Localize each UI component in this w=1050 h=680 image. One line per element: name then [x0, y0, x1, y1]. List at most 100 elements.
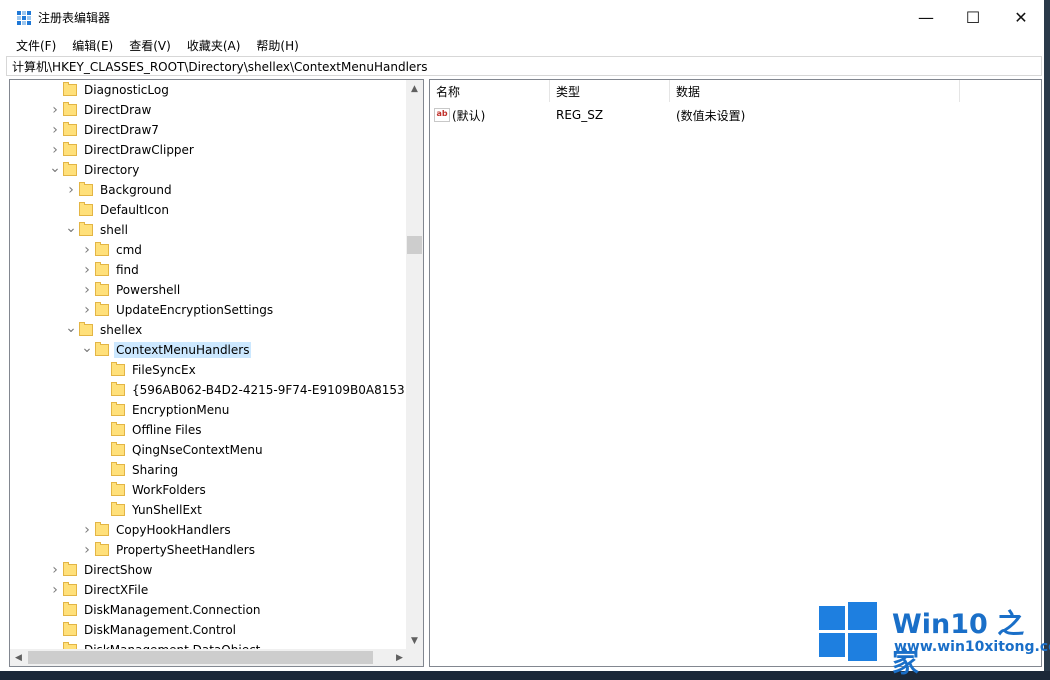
chevron-down-icon[interactable]: ⌄: [63, 320, 79, 340]
tree-item[interactable]: DefaultIcon: [63, 200, 171, 220]
value-row[interactable]: ab (默认) REG_SZ (数值未设置): [430, 104, 870, 126]
menu-file[interactable]: 文件(F): [9, 37, 63, 54]
tree-vertical-scrollbar[interactable]: ▲ ▼: [406, 80, 423, 649]
folder-icon: [79, 202, 93, 216]
chevron-right-icon[interactable]: ›: [47, 560, 63, 580]
tree-item[interactable]: DiskManagement.Control: [47, 620, 238, 640]
chevron-right-icon[interactable]: ›: [79, 260, 95, 280]
tree-item[interactable]: › UpdateEncryptionSettings: [79, 300, 275, 320]
folder-icon: [63, 622, 77, 636]
tree-item-label: DirectXFile: [84, 583, 149, 597]
chevron-right-icon[interactable]: ›: [47, 120, 63, 140]
folder-icon: [111, 362, 125, 376]
folder-icon: [95, 262, 109, 276]
address-bar[interactable]: 计算机\HKEY_CLASSES_ROOT\Directory\shellex\…: [6, 56, 1042, 76]
tree-connector: [95, 500, 111, 520]
tree-connector: [47, 620, 63, 640]
chevron-right-icon[interactable]: ›: [79, 240, 95, 260]
tree-item[interactable]: WorkFolders: [95, 480, 208, 500]
tree-item[interactable]: › DirectShow: [47, 560, 154, 580]
column-header-data[interactable]: 数据: [670, 80, 960, 102]
tree-item[interactable]: ⌄ ContextMenuHandlers: [79, 340, 252, 360]
menu-bar: 文件(F) 编辑(E) 查看(V) 收藏夹(A) 帮助(H): [0, 35, 1044, 55]
tree-horizontal-scroll-thumb[interactable]: [28, 651, 373, 664]
menu-view[interactable]: 查看(V): [122, 37, 178, 54]
menu-favorites[interactable]: 收藏夹(A): [180, 37, 248, 54]
minimize-button[interactable]: —: [903, 0, 949, 35]
scroll-up-arrow-icon[interactable]: ▲: [406, 80, 423, 97]
chevron-down-icon[interactable]: ⌄: [47, 160, 63, 180]
chevron-down-icon[interactable]: ⌄: [63, 220, 79, 240]
tree-item-label: DiskManagement.Connection: [84, 603, 261, 617]
menu-help[interactable]: 帮助(H): [249, 37, 305, 54]
maximize-button[interactable]: ☐: [950, 0, 996, 35]
tree-item-label: QingNseContextMenu: [132, 443, 263, 457]
tree-item-label: DirectDraw: [84, 103, 152, 117]
tree-item[interactable]: ⌄ shell: [63, 220, 130, 240]
column-header-name[interactable]: 名称: [430, 80, 550, 102]
minimize-icon: —: [918, 8, 934, 27]
tree-vertical-scroll-thumb[interactable]: [407, 236, 422, 254]
tree-item[interactable]: FileSyncEx: [95, 360, 198, 380]
chevron-right-icon[interactable]: ›: [79, 520, 95, 540]
tree-item[interactable]: › Powershell: [79, 280, 182, 300]
tree-item[interactable]: › DirectDraw7: [47, 120, 161, 140]
tree-item-label: CopyHookHandlers: [116, 523, 231, 537]
folder-icon: [63, 562, 77, 576]
key-tree-pane: DiagnosticLog › DirectDraw › DirectDraw7 › Dir…: [9, 79, 424, 667]
registry-editor-window: 注册表编辑器 — ☐ ✕ 文件(F) 编辑(E) 查看(V) 收藏夹(A) 帮助…: [0, 0, 1044, 671]
tree-item[interactable]: › Background: [63, 180, 174, 200]
tree-item[interactable]: {596AB062-B4D2-4215-9F74-E9109B0A8153}: [95, 380, 414, 400]
watermark-url: www.win10xitong.com: [894, 639, 1050, 655]
tree-item[interactable]: Sharing: [95, 460, 180, 480]
chevron-right-icon[interactable]: ›: [79, 540, 95, 560]
tree-item[interactable]: › CopyHookHandlers: [79, 520, 233, 540]
folder-icon: [111, 462, 125, 476]
tree-item-label: {596AB062-B4D2-4215-9F74-E9109B0A8153}: [132, 383, 413, 397]
tree-item[interactable]: › DirectXFile: [47, 580, 150, 600]
tree-item[interactable]: DiagnosticLog: [47, 80, 171, 100]
chevron-right-icon[interactable]: ›: [79, 300, 95, 320]
menu-edit[interactable]: 编辑(E): [65, 37, 120, 54]
folder-icon: [111, 422, 125, 436]
value-type: REG_SZ: [556, 108, 604, 122]
tree-item[interactable]: Offline Files: [95, 420, 204, 440]
tree-item[interactable]: › PropertySheetHandlers: [79, 540, 257, 560]
tree-horizontal-scrollbar[interactable]: ◀ ▶: [10, 649, 408, 666]
tree-item[interactable]: › DirectDraw: [47, 100, 153, 120]
tree-item-label: find: [116, 263, 139, 277]
tree-item[interactable]: YunShellExt: [95, 500, 204, 520]
tree-item[interactable]: › DirectDrawClipper: [47, 140, 196, 160]
tree-item-label: DirectDraw7: [84, 123, 159, 137]
tree-item-label: DirectShow: [84, 563, 153, 577]
tree-item-label: DiagnosticLog: [84, 83, 169, 97]
folder-icon: [79, 222, 93, 236]
tree-connector: [95, 460, 111, 480]
scroll-down-arrow-icon[interactable]: ▼: [406, 632, 423, 649]
tree-item[interactable]: ⌄ Directory: [47, 160, 141, 180]
tree-item[interactable]: › find: [79, 260, 141, 280]
folder-icon: [111, 482, 125, 496]
folder-icon: [111, 442, 125, 456]
tree-item[interactable]: ⌄ shellex: [63, 320, 144, 340]
folder-icon: [63, 602, 77, 616]
chevron-right-icon[interactable]: ›: [63, 180, 79, 200]
tree-item[interactable]: › cmd: [79, 240, 144, 260]
chevron-right-icon[interactable]: ›: [79, 280, 95, 300]
folder-icon: [63, 122, 77, 136]
tree-item[interactable]: EncryptionMenu: [95, 400, 231, 420]
column-header-type[interactable]: 类型: [550, 80, 670, 102]
tree-item[interactable]: QingNseContextMenu: [95, 440, 265, 460]
folder-icon: [95, 242, 109, 256]
chevron-right-icon[interactable]: ›: [47, 580, 63, 600]
scroll-left-arrow-icon[interactable]: ◀: [10, 649, 27, 666]
chevron-right-icon[interactable]: ›: [47, 100, 63, 120]
chevron-down-icon[interactable]: ⌄: [79, 340, 95, 360]
tree-item[interactable]: DiskManagement.Connection: [47, 600, 263, 620]
folder-icon: [95, 342, 109, 356]
chevron-right-icon[interactable]: ›: [47, 140, 63, 160]
tree-item-label: Powershell: [116, 283, 181, 297]
close-button[interactable]: ✕: [998, 0, 1044, 35]
maximize-icon: ☐: [965, 8, 981, 27]
tree-item-label: UpdateEncryptionSettings: [116, 303, 274, 317]
